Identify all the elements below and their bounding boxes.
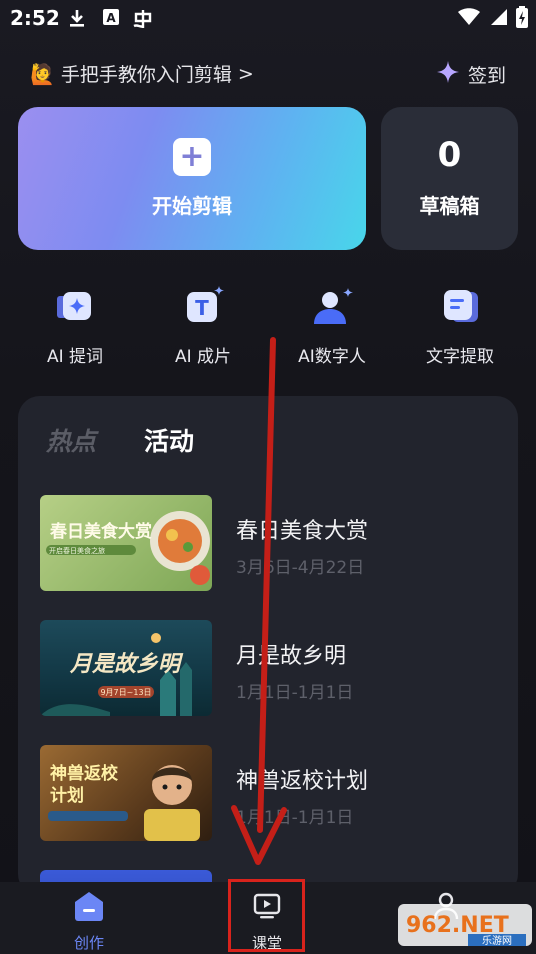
nav-create[interactable]: 创作 bbox=[39, 890, 139, 953]
svg-text:乐游网: 乐游网 bbox=[482, 934, 512, 947]
create-icon bbox=[73, 890, 105, 926]
nav-label: 创作 bbox=[73, 934, 104, 952]
annotation-arrow bbox=[231, 337, 287, 865]
watermark-logo: 962.NET 乐游网 bbox=[398, 900, 532, 950]
annotation-highlight-box bbox=[228, 879, 305, 952]
